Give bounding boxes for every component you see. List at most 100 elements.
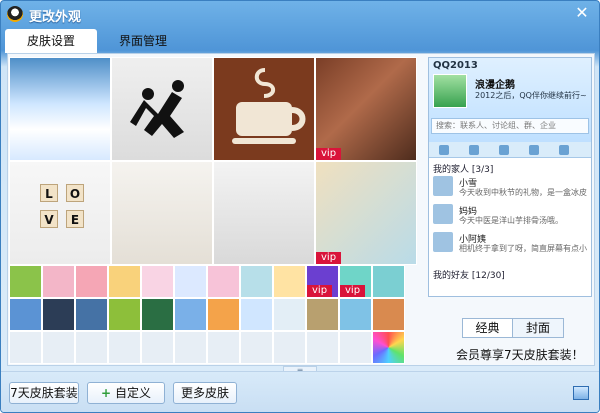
avatar [433, 232, 453, 252]
preview-header: QQ2013 浪漫企鹅 2012之后，QQ伴你继续前行~ 搜索：联系人、讨论组、… [429, 58, 591, 142]
skin-cell[interactable] [108, 331, 141, 364]
skin-sketch-girl[interactable] [111, 161, 213, 265]
more-skins-button[interactable]: 更多皮肤 [173, 382, 237, 404]
custom-label: 自定义 [115, 386, 152, 400]
skin-love-tiles[interactable]: L O V E [9, 161, 111, 265]
vip-badge: vip [307, 285, 333, 297]
tab-skin-settings[interactable]: 皮肤设置 [5, 29, 97, 53]
skin-color-palette[interactable] [372, 331, 405, 364]
preview-search-input: 搜索：联系人、讨论组、群、企业 [431, 118, 589, 134]
preview-contact-list: 我的家人 [3/3] 小雪 今天收到中秋节的礼物，是一盒冰皮月饼 妈妈 今天中医… [429, 158, 591, 298]
skin-cell[interactable] [207, 265, 240, 298]
skin-cell[interactable] [339, 331, 372, 364]
mode-classic-button[interactable]: 经典 [463, 319, 513, 337]
love-tile-v: V [40, 210, 58, 228]
skin-grid-large: vip L O V E vip [9, 57, 418, 265]
silhouette-art [130, 80, 184, 138]
skin-cell[interactable] [75, 265, 108, 298]
skin-cell[interactable] [339, 298, 372, 331]
skin-cell[interactable] [174, 331, 207, 364]
skin-cell[interactable] [141, 331, 174, 364]
skin-cell[interactable]: vip [339, 265, 372, 298]
skin-cell[interactable] [273, 331, 306, 364]
skin-cell[interactable] [240, 298, 273, 331]
groups-icon [469, 145, 479, 155]
mode-switcher: 经典 封面 [462, 318, 564, 338]
skin-grid-small-row-2 [9, 298, 418, 332]
skin-cell[interactable] [306, 298, 339, 331]
content-panel: vip L O V E vip vip vip QQ2013 浪漫企鹅 2012… [7, 53, 595, 366]
skin-vintage-camera[interactable]: vip [315, 161, 417, 265]
skin-coffee[interactable] [213, 57, 315, 161]
tab-interface-management[interactable]: 界面管理 [105, 29, 181, 53]
avatar [433, 74, 467, 108]
skin-cell[interactable] [42, 331, 75, 364]
contact-status: 相机终于拿到了呀，简直屏幕有点小。 [459, 244, 587, 253]
skin-cell[interactable] [207, 298, 240, 331]
skin-cell[interactable] [141, 298, 174, 331]
skin-dandelion[interactable] [213, 161, 315, 265]
vip-badge: vip [316, 148, 342, 160]
preview-group-friends: 我的好友 [12/30] [433, 271, 505, 281]
more-icon [559, 145, 569, 155]
skin-cell[interactable] [240, 265, 273, 298]
qq-penguin-icon [7, 6, 23, 22]
skin-preview-panel: QQ2013 浪漫企鹅 2012之后，QQ伴你继续前行~ 搜索：联系人、讨论组、… [428, 57, 592, 297]
love-tile-o: O [66, 184, 84, 202]
bottom-bar: 7天皮肤套装 + 自定义 更多皮肤 [1, 371, 599, 412]
avatar [433, 204, 453, 224]
skin-cell[interactable] [174, 265, 207, 298]
vip-badge: vip [316, 252, 342, 264]
skin-cell[interactable] [9, 298, 42, 331]
skin-cell[interactable] [306, 331, 339, 364]
preview-contact: 小雪 今天收到中秋节的礼物，是一盒冰皮月饼 [433, 176, 589, 200]
skin-cell[interactable] [273, 265, 306, 298]
skin-cell[interactable] [75, 331, 108, 364]
skin-cell[interactable] [9, 331, 42, 364]
skin-cell[interactable] [372, 298, 405, 331]
skin-grid-small-row-3 [9, 331, 418, 365]
skin-cell[interactable] [372, 265, 405, 298]
preview-title: QQ2013 [433, 60, 478, 71]
recent-icon [499, 145, 509, 155]
title-bar: 更改外观 ✕ [1, 1, 599, 27]
avatar [433, 176, 453, 196]
close-button[interactable]: ✕ [573, 4, 591, 22]
skin-running-people[interactable] [111, 57, 213, 161]
skin-box-icon[interactable] [573, 386, 589, 400]
skin-cell[interactable] [108, 265, 141, 298]
love-tile-l: L [40, 184, 58, 202]
contacts-icon [439, 145, 449, 155]
skin-sky-clouds[interactable] [9, 57, 111, 161]
promo-text: 会员尊享7天皮肤套装！ [456, 348, 584, 362]
skin-cell[interactable] [9, 265, 42, 298]
skin-cell[interactable] [273, 298, 306, 331]
skin-cell[interactable]: vip [306, 265, 339, 298]
coffee-cup-art [232, 68, 306, 144]
preview-signature: 2012之后，QQ伴你继续前行~ [475, 91, 587, 100]
contact-status: 今天收到中秋节的礼物，是一盒冰皮月饼 [459, 188, 587, 197]
skin-cell[interactable] [42, 298, 75, 331]
preview-tab-icons [429, 142, 591, 158]
preview-group-family: 我的家人 [3/3] [433, 165, 494, 175]
skin-cell[interactable] [174, 298, 207, 331]
seven-day-skin-button[interactable]: 7天皮肤套装 [9, 382, 79, 404]
appearance-window: 更改外观 ✕ 皮肤设置 界面管理 vip L O V E vip vip vip… [0, 0, 600, 413]
vip-badge: vip [340, 285, 366, 297]
preview-contact: 妈妈 今天中医是洋山芋排骨汤哦。 [433, 204, 589, 228]
mode-cover-button[interactable]: 封面 [513, 319, 563, 337]
preview-contact: 小阿姨 相机终于拿到了呀，简直屏幕有点小。 [433, 232, 589, 256]
skin-cell[interactable] [42, 265, 75, 298]
skin-grid-small-row-1: vip vip [9, 265, 418, 299]
skin-cell[interactable] [75, 298, 108, 331]
skin-cell[interactable] [141, 265, 174, 298]
skin-cell[interactable] [207, 331, 240, 364]
contact-status: 今天中医是洋山芋排骨汤哦。 [459, 216, 563, 225]
window-title: 更改外观 [29, 10, 82, 25]
apps-icon [529, 145, 539, 155]
custom-button[interactable]: + 自定义 [87, 382, 165, 404]
preview-user-name: 浪漫企鹅 [475, 80, 515, 91]
skin-cell[interactable] [240, 331, 273, 364]
skin-leather[interactable]: vip [315, 57, 417, 161]
skin-cell[interactable] [108, 298, 141, 331]
